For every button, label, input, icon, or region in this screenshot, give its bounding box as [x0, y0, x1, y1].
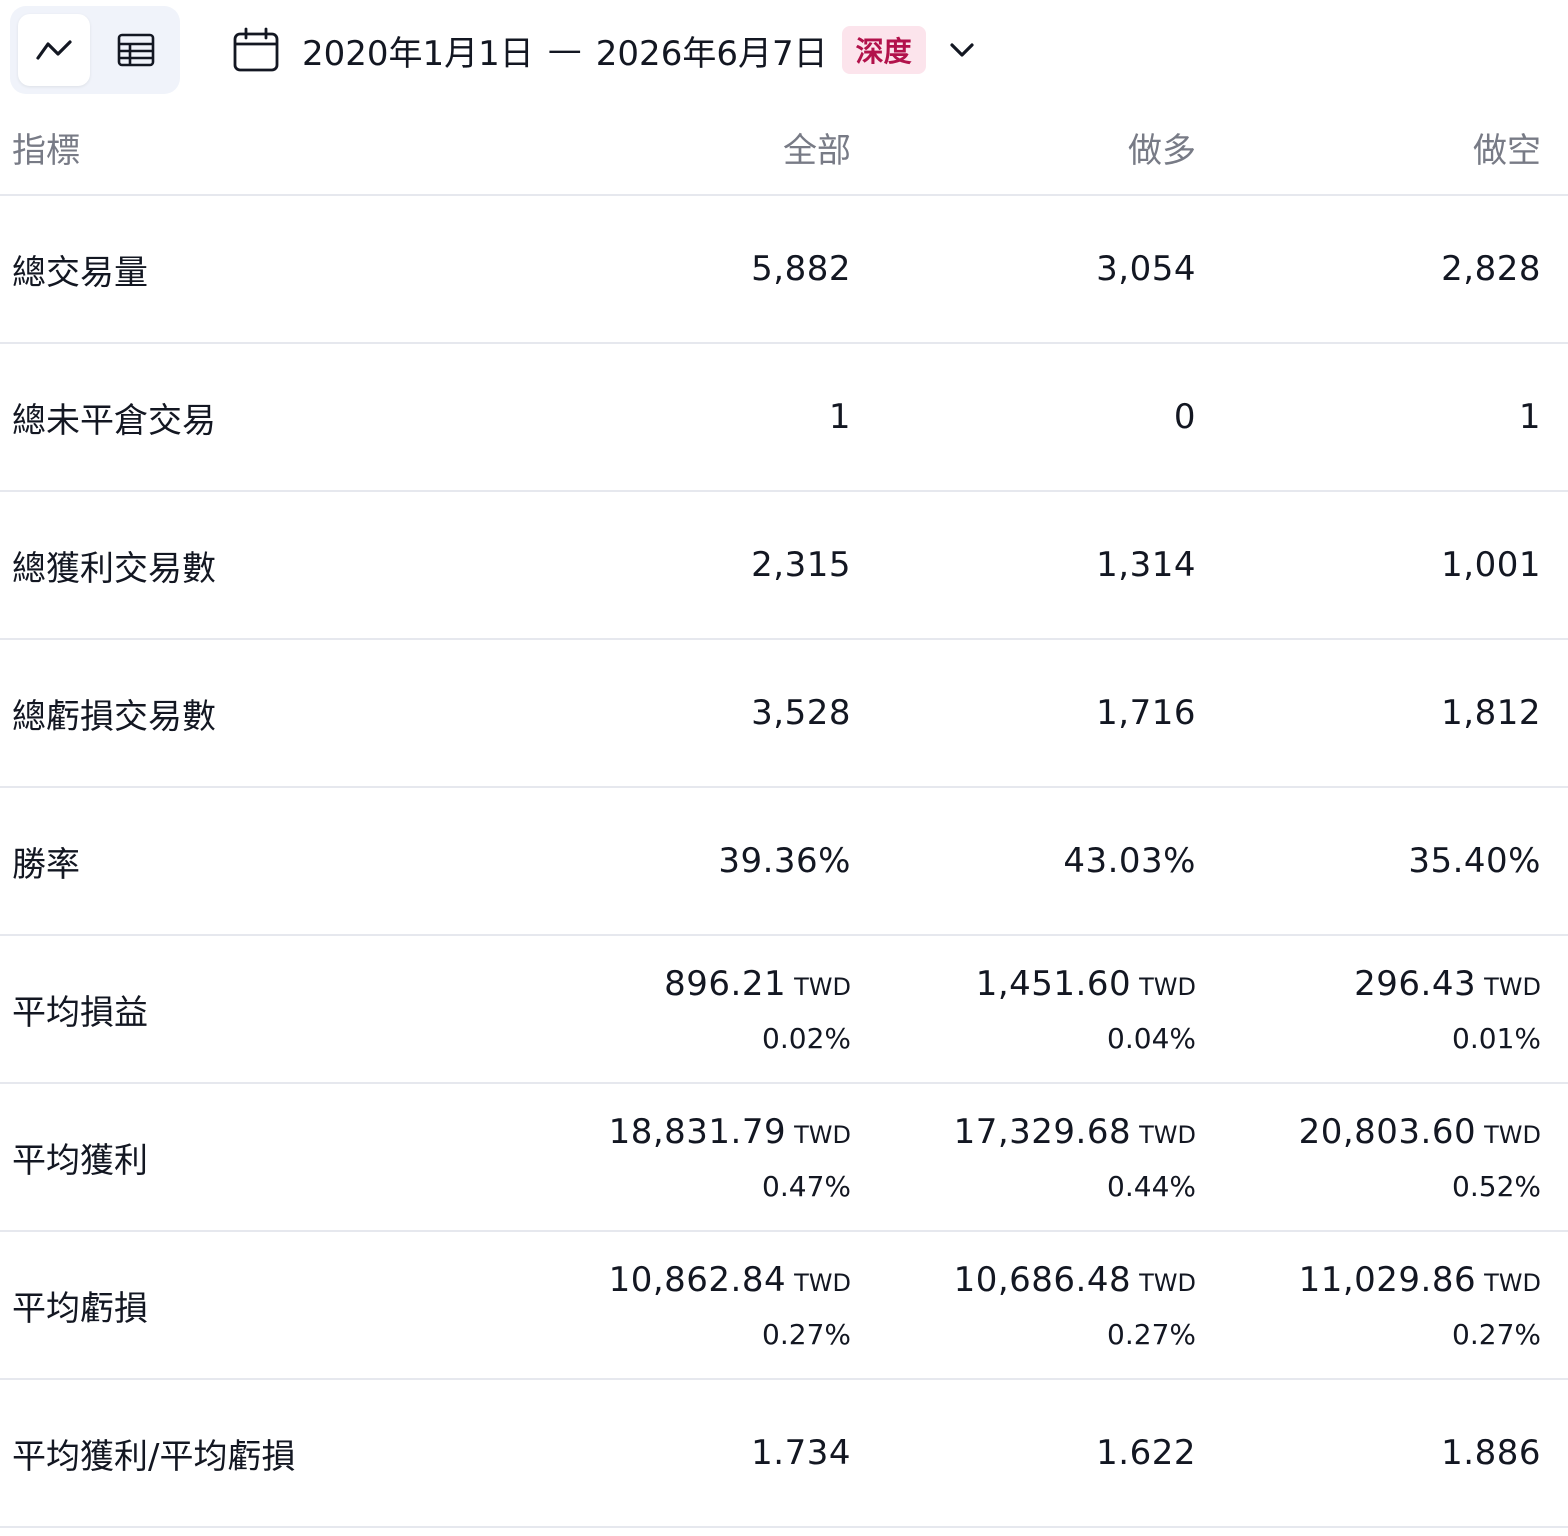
toolbar: 2020年1月1日 — 2026年6月7日 深度	[0, 0, 1568, 100]
value-long: 17,329.68	[953, 1111, 1132, 1152]
depth-badge: 深度	[841, 26, 926, 74]
value-all: 1	[828, 397, 851, 437]
metric-label: 總獲利交易數	[12, 548, 216, 589]
value-short: 20,803.60	[1298, 1111, 1477, 1152]
currency-unit: TWD	[794, 1120, 851, 1149]
percent-short: 0.01%	[1452, 1021, 1541, 1055]
currency-unit: TWD	[1139, 972, 1196, 1001]
percent-short: 0.27%	[1452, 1317, 1541, 1351]
value-long: 3,054	[1096, 249, 1196, 289]
currency-unit: TWD	[1484, 1268, 1541, 1297]
table-row: 勝率 39.36% 43.03% 35.40%	[0, 788, 1568, 936]
metric-label: 平均虧損	[12, 1288, 148, 1329]
value-short: 1	[1518, 397, 1541, 437]
date-end: 2026年6月7日	[595, 33, 828, 74]
metric-label: 平均獲利	[12, 1140, 148, 1181]
chart-view-button[interactable]	[18, 14, 90, 86]
value-all: 3,528	[751, 693, 851, 733]
line-chart-icon	[36, 40, 72, 60]
header-all: 全部	[783, 130, 851, 171]
value-all: 896.21	[664, 963, 787, 1004]
value-long: 1,314	[1096, 545, 1196, 585]
metric-label: 勝率	[12, 844, 80, 885]
metric-label: 平均損益	[12, 992, 148, 1033]
value-all: 18,831.79	[608, 1111, 787, 1152]
table-icon	[117, 33, 155, 67]
percent-long: 0.04%	[1107, 1021, 1196, 1055]
value-short: 1.886	[1441, 1433, 1541, 1473]
metric-label: 平均獲利/平均虧損	[12, 1436, 296, 1477]
currency-unit: TWD	[1484, 972, 1541, 1001]
stats-table: 指標 全部 做多 做空 總交易量 5,882 3,054 2,828 總未平倉交…	[0, 100, 1568, 1528]
value-long: 1,451.60	[975, 963, 1132, 1004]
value-long: 1.622	[1096, 1433, 1196, 1473]
header-short: 做空	[1473, 130, 1541, 171]
value-long: 10,686.48	[953, 1259, 1132, 1300]
header-metric: 指標	[12, 130, 80, 171]
value-long: 1,716	[1096, 693, 1196, 733]
currency-unit: TWD	[1139, 1268, 1196, 1297]
percent-long: 0.44%	[1107, 1169, 1196, 1203]
value-short: 1,001	[1441, 545, 1541, 585]
percent-all: 0.47%	[762, 1169, 851, 1203]
table-header: 指標 全部 做多 做空	[0, 100, 1568, 196]
table-row: 平均獲利 18,831.79 TWD 0.47% 17,329.68 TWD 0.4…	[0, 1084, 1568, 1232]
value-long: 43.03%	[1063, 841, 1196, 881]
currency-unit: TWD	[794, 972, 851, 1001]
header-long: 做多	[1128, 130, 1196, 171]
calendar-icon	[233, 27, 279, 72]
value-all: 1.734	[751, 1433, 851, 1473]
view-toggle	[10, 6, 180, 94]
value-short: 1,812	[1441, 693, 1541, 733]
percent-all: 0.27%	[762, 1317, 851, 1351]
date-range-selector[interactable]: 2020年1月1日 — 2026年6月7日 深度	[232, 18, 978, 82]
table-row: 平均虧損 10,862.84 TWD 0.27% 10,686.48 TWD 0.2…	[0, 1232, 1568, 1380]
value-short: 296.43	[1354, 963, 1477, 1004]
percent-long: 0.27%	[1107, 1317, 1196, 1351]
metric-label: 總虧損交易數	[12, 696, 216, 737]
value-long: 0	[1173, 397, 1196, 437]
table-row: 總交易量 5,882 3,054 2,828	[0, 196, 1568, 344]
table-view-button[interactable]	[100, 14, 172, 86]
table-row: 總獲利交易數 2,315 1,314 1,001	[0, 492, 1568, 640]
metric-label: 總未平倉交易	[12, 400, 216, 441]
value-all: 5,882	[751, 249, 851, 289]
table-row: 總未平倉交易 1 0 1	[0, 344, 1568, 492]
metric-label: 總交易量	[12, 252, 148, 293]
table-row: 平均獲利/平均虧損 1.734 1.622 1.886	[0, 1380, 1568, 1528]
chevron-down-icon	[950, 43, 974, 57]
date-start: 2020年1月1日	[302, 33, 534, 74]
currency-unit: TWD	[1139, 1120, 1196, 1149]
table-row: 總虧損交易數 3,528 1,716 1,812	[0, 640, 1568, 788]
value-short: 2,828	[1441, 249, 1541, 289]
value-all: 10,862.84	[608, 1259, 787, 1300]
value-all: 2,315	[751, 545, 851, 585]
percent-short: 0.52%	[1452, 1169, 1541, 1203]
value-short: 35.40%	[1408, 841, 1541, 881]
table-row: 平均損益 896.21 TWD 0.02% 1,451.60 TWD 0.04% 2…	[0, 936, 1568, 1084]
currency-unit: TWD	[1484, 1120, 1541, 1149]
percent-all: 0.02%	[762, 1021, 851, 1055]
currency-unit: TWD	[794, 1268, 851, 1297]
value-all: 39.36%	[718, 841, 851, 881]
value-short: 11,029.86	[1298, 1259, 1477, 1300]
date-separator: —	[547, 30, 582, 70]
